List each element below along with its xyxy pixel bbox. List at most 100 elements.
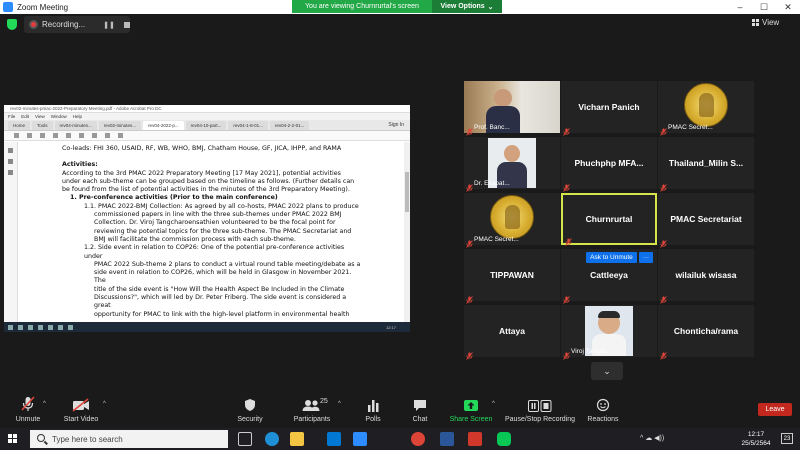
security-button[interactable]: Security [233, 392, 267, 428]
pdf-nav-home[interactable]: Home [8, 121, 31, 130]
file-explorer-icon[interactable] [290, 432, 304, 446]
participant-tile[interactable]: Thailand_Milin S... [658, 137, 754, 192]
pause-recording-button[interactable]: ❚❚ [103, 21, 115, 29]
chat-button[interactable]: Chat [405, 392, 435, 428]
meeting-toolbar: Unmute ^ Start Video ^ Security Particip… [0, 392, 800, 428]
share-options-caret-icon[interactable]: ^ [492, 401, 495, 407]
leave-button[interactable]: Leave [758, 403, 792, 416]
muted-mic-icon [21, 396, 35, 411]
more-options-button[interactable]: ··· [639, 252, 653, 263]
attachment-icon[interactable] [8, 170, 13, 175]
participant-tile[interactable]: Chonticha/rama [658, 305, 754, 360]
pdf-doc-tab-active[interactable]: rev04-2022-p... [143, 121, 184, 130]
participant-tile[interactable]: Phuchphp MFA... [561, 137, 657, 192]
pdf-menu-item[interactable]: Window [51, 113, 67, 120]
zoom-out-icon[interactable] [105, 133, 110, 138]
participant-tile[interactable]: Churnrurtal [561, 193, 657, 246]
participant-tile[interactable]: PMAC Secret... [658, 81, 754, 136]
pdf-doc-tab[interactable]: rev04-minutes... [54, 121, 97, 130]
maximize-button[interactable]: ☐ [752, 0, 776, 14]
pdf-text-line: Collection. Dr. Viroj Tangcharoensathien… [94, 219, 336, 227]
pdf-menu-item[interactable]: File [8, 113, 15, 120]
upload-icon[interactable] [27, 133, 32, 138]
pdf-text-line: under each sub-theme can be grouped base… [62, 177, 355, 185]
pdf-text-line: 1.1. PMAC 2022-BMJ Collection: As agreed… [84, 202, 359, 210]
pdf-doc-tab[interactable]: rev04-1-8-01... [228, 121, 268, 130]
video-off-icon [72, 398, 89, 412]
pdf-nav-tools[interactable]: Tools [32, 121, 53, 130]
gallery-next-page-button[interactable]: ⌄ [591, 362, 623, 380]
minimize-button[interactable]: – [728, 0, 752, 14]
start-video-button[interactable]: Start Video [60, 392, 102, 428]
participants-icon [302, 400, 320, 411]
participant-name: Vicharn Panich [578, 102, 640, 112]
ask-to-unmute-button[interactable]: Ask to Unmute [586, 252, 637, 263]
pdf-text-line: Co-leads: FHI 360, USAID, RF, WB, WHO, B… [62, 145, 342, 152]
view-options-label: View Options [440, 3, 485, 10]
bookmark-icon[interactable] [8, 148, 13, 153]
mail-icon[interactable] [53, 133, 58, 138]
participants-caret-icon[interactable]: ^ [338, 401, 341, 407]
muted-mic-icon [466, 123, 473, 136]
view-button[interactable]: View [752, 18, 779, 27]
participant-name-label: Viroj Tangch... [571, 348, 612, 355]
pdf-doc-tab[interactable]: rev02-minutes... [98, 121, 142, 130]
word-app-icon[interactable] [440, 432, 454, 446]
page-down-icon[interactable] [92, 133, 97, 138]
share-screen-button[interactable]: Share Screen [449, 392, 493, 428]
participant-tile[interactable]: wilailuk wisasa [658, 249, 754, 304]
save-icon[interactable] [14, 133, 19, 138]
pdf-sign-in-link[interactable]: Sign In [388, 121, 404, 130]
pdf-doc-tab[interactable]: rev04-10-part... [185, 121, 227, 130]
app-icon [18, 324, 23, 330]
stop-recording-button[interactable] [123, 21, 130, 28]
recording-indicator: Recording... ❚❚ [24, 16, 130, 33]
pdf-menu-item[interactable]: View [35, 113, 45, 120]
taskbar-search-box[interactable]: Type here to search [30, 430, 228, 448]
pdf-scrollbar[interactable] [404, 142, 410, 322]
participant-tile[interactable]: Vicharn Panich [561, 81, 657, 136]
viewing-screen-banner: You are viewing Churnrurtal's screen [292, 0, 432, 13]
reactions-button[interactable]: Reactions [585, 392, 621, 428]
view-label: View [762, 18, 780, 27]
pdf-doc-tab[interactable]: rev04-2-2-01... [269, 121, 310, 130]
pdf-menu-item[interactable]: Help [73, 113, 82, 120]
participant-name: PMAC Secretariat [670, 214, 742, 224]
participant-tile[interactable]: Attaya [464, 305, 560, 360]
taskbar-clock[interactable]: 12:17 25/5/2564 [736, 430, 776, 448]
close-button[interactable]: ✕ [776, 0, 800, 14]
mail-app-icon[interactable] [327, 432, 341, 446]
video-options-caret-icon[interactable]: ^ [103, 401, 106, 407]
search-icon[interactable] [66, 133, 71, 138]
participant-tile[interactable]: PMAC Secret... [464, 193, 560, 248]
zoom-app-icon[interactable] [353, 432, 367, 446]
system-tray-icons[interactable]: ^ ☁ ◀)) [640, 434, 664, 442]
view-options-button[interactable]: View Options ⌄ [432, 0, 502, 13]
task-view-icon[interactable] [238, 432, 252, 446]
notification-center-icon[interactable]: 23 [781, 433, 793, 444]
window-title: Zoom Meeting [17, 2, 69, 12]
line-app-icon[interactable] [497, 432, 511, 446]
edge-browser-icon[interactable] [265, 432, 279, 446]
pdf-menu-item[interactable]: Edit [21, 113, 29, 120]
security-shield-icon[interactable] [7, 19, 17, 30]
windows-start-icon[interactable] [8, 434, 17, 443]
unmute-button[interactable]: Unmute [10, 392, 46, 428]
participant-tile[interactable]: PMAC Secretariat [658, 193, 754, 248]
zoom-in-icon[interactable] [118, 133, 123, 138]
comment-icon[interactable] [8, 159, 13, 164]
page-up-icon[interactable] [79, 133, 84, 138]
participant-tile[interactable]: Dr. Ekapat... [464, 137, 560, 192]
chrome-browser-icon[interactable] [411, 432, 425, 446]
print-icon[interactable] [40, 133, 45, 138]
participant-tile[interactable]: TIPPAWAN [464, 249, 560, 304]
app-icon [38, 324, 43, 330]
audio-options-caret-icon[interactable]: ^ [43, 401, 46, 407]
pause-stop-recording-button[interactable]: Pause/Stop Recording [505, 392, 575, 428]
chat-label: Chat [412, 416, 428, 423]
shared-screen[interactable]: rev02-minutes-pmac-2022-Preparatory Meet… [4, 105, 410, 332]
acrobat-app-icon[interactable] [468, 432, 482, 446]
polls-button[interactable]: Polls [358, 392, 388, 428]
participant-tile[interactable]: Prof. Banc... [464, 81, 560, 136]
participant-tile[interactable]: Viroj Tangch... [561, 305, 657, 360]
